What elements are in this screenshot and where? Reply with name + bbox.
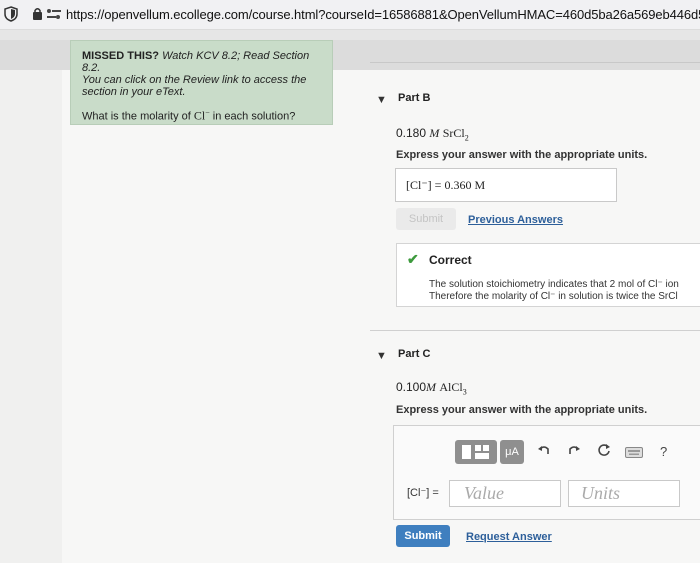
url-text: https://openvellum.ecollege.com/course.h…	[66, 7, 700, 22]
help-icon[interactable]: ?	[660, 444, 667, 459]
part-c-answer-label: [Cl⁻] =	[407, 487, 439, 499]
part-b-submit-button[interactable]: Submit	[396, 208, 456, 230]
part-b-answer-box: [Cl⁻] = 0.360 M	[395, 168, 617, 202]
keyboard-icon[interactable]	[625, 446, 643, 461]
part-c-formula: 0.100M AlCl3	[396, 380, 467, 397]
templates-icon	[462, 445, 489, 459]
units-button[interactable]: μA	[500, 440, 524, 464]
part-c-instruction: Express your answer with the appropriate…	[396, 404, 648, 416]
part-c-toggle-icon[interactable]: ▼	[376, 350, 387, 362]
hint-instruction-c: section in your eText.	[82, 86, 186, 98]
hint-instruction-b: You can click on the Review link to acce…	[82, 74, 307, 86]
part-c-submit-button[interactable]: Submit	[396, 525, 450, 547]
undo-icon[interactable]	[537, 443, 551, 460]
hint-text: MISSED THIS? Watch KCV 8.2; Read Section…	[82, 50, 321, 98]
feedback-explanation: The solution stoichiometry indicates tha…	[429, 279, 679, 302]
part-b-instruction: Express your answer with the appropriate…	[396, 149, 648, 161]
check-icon: ✔	[407, 251, 419, 267]
lock-icon[interactable]	[32, 7, 43, 25]
section-divider	[370, 330, 700, 331]
part-b-formula: 0.180 M SrCl2	[396, 126, 469, 143]
browser-url-bar[interactable]: https://openvellum.ecollege.com/course.h…	[0, 0, 700, 30]
feedback-title: Correct	[429, 253, 472, 267]
previous-answers-link[interactable]: Previous Answers	[468, 214, 563, 226]
part-b-title[interactable]: Part B	[398, 92, 430, 104]
feedback-box: ✔ Correct The solution stoichiometry ind…	[396, 243, 700, 307]
shield-icon[interactable]	[4, 6, 18, 27]
request-answer-link[interactable]: Request Answer	[466, 531, 552, 543]
value-input[interactable]: Value	[449, 480, 561, 507]
part-c-title[interactable]: Part C	[398, 348, 430, 360]
top-divider	[370, 62, 700, 63]
part-b-answer-value: 0.360 M	[444, 178, 486, 192]
permissions-icon[interactable]	[46, 7, 62, 25]
part-b-toggle-icon[interactable]: ▼	[376, 94, 387, 106]
templates-button[interactable]	[455, 440, 497, 464]
left-margin	[0, 70, 62, 563]
question-text: What is the molarity of Cl− in each solu…	[82, 108, 296, 123]
page-top-band	[0, 30, 700, 40]
part-b-answer-label: [Cl⁻] =	[406, 178, 442, 192]
redo-icon[interactable]	[567, 443, 581, 460]
hint-box: MISSED THIS? Watch KCV 8.2; Read Section…	[70, 40, 333, 125]
units-input[interactable]: Units	[568, 480, 680, 507]
reset-icon[interactable]	[597, 443, 611, 460]
missed-this-label: MISSED THIS?	[82, 50, 160, 62]
